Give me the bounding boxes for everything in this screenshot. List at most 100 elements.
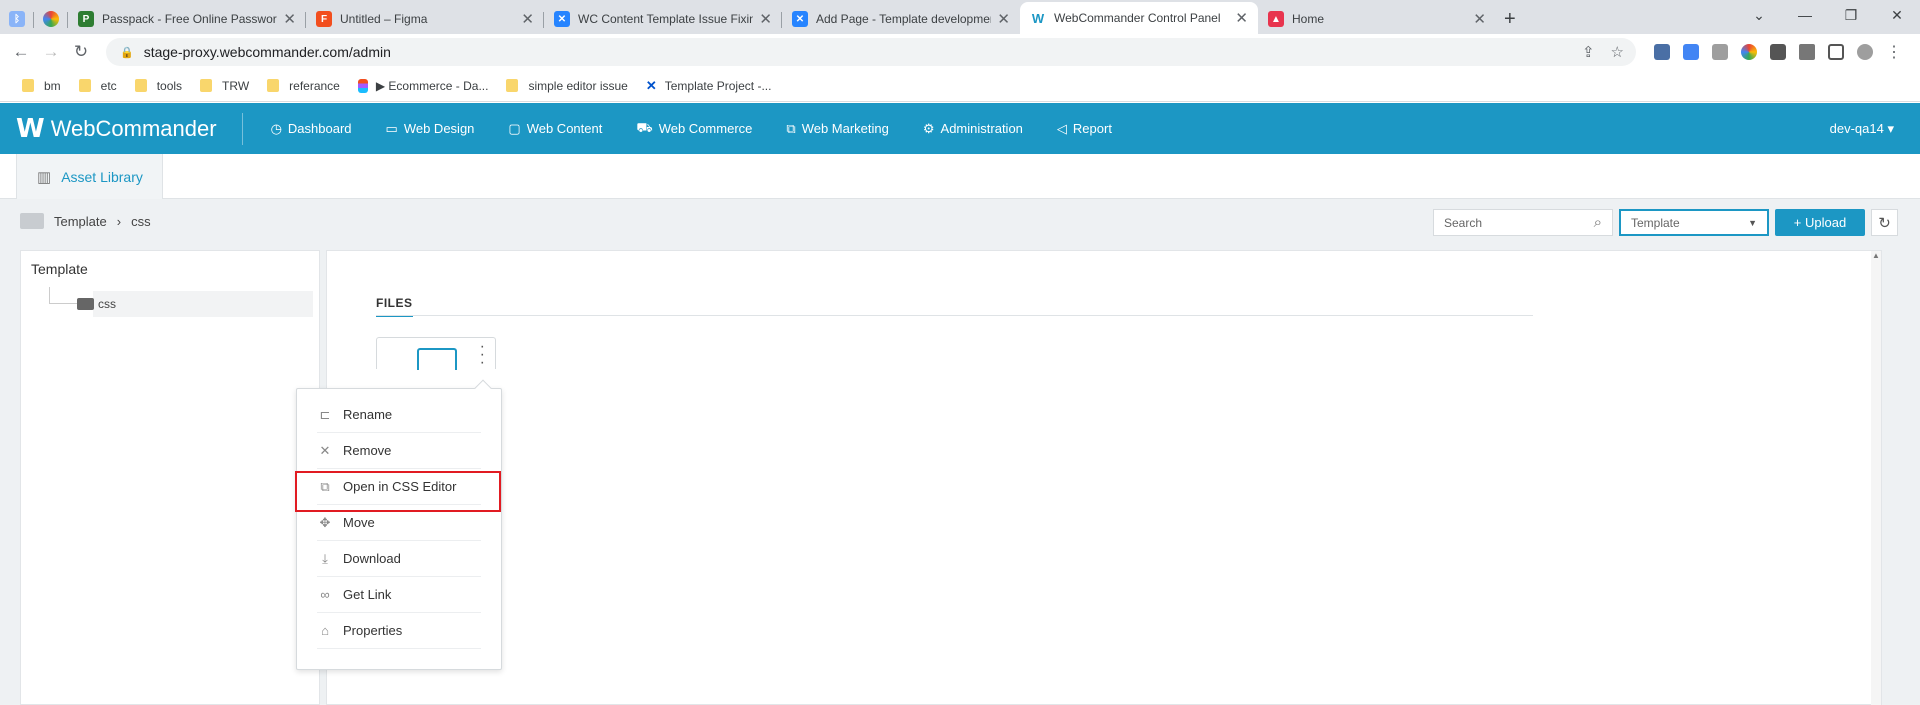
search-input[interactable]: Search ⌕ (1433, 209, 1613, 236)
color-picker-icon[interactable] (1741, 44, 1757, 60)
menu-item-get-link[interactable]: ∞ Get Link (317, 577, 481, 613)
menu-item-rename[interactable]: ⊏ Rename (317, 397, 481, 433)
browser-tab-passpack[interactable]: P Passpack - Free Online Password ✕ (68, 4, 306, 34)
menu-label: Web Commerce (658, 121, 753, 136)
file-card[interactable]: · · · (376, 337, 496, 371)
extension-icon[interactable] (1654, 44, 1670, 60)
back-icon[interactable]: ← (6, 42, 36, 62)
logo-text: WebCommander (50, 115, 217, 141)
close-icon: ✕ (319, 442, 331, 458)
tab-search-icon[interactable]: ⌄ (1736, 0, 1782, 30)
close-icon[interactable]: ✕ (521, 10, 534, 28)
link-icon: ∞ (320, 587, 330, 602)
menu-label: Dashboard (287, 121, 352, 136)
close-icon[interactable]: ✕ (1235, 9, 1248, 27)
breadcrumb-item[interactable]: css (131, 214, 151, 229)
restore-icon[interactable]: ❐ (1828, 0, 1874, 30)
menu-item-web-commerce[interactable]: ⛟ Web Commerce (636, 120, 752, 138)
tree-node-label: css (98, 297, 116, 311)
figma-icon (357, 78, 368, 93)
browser-tab-home[interactable]: ▲ Home ✕ (1258, 4, 1496, 34)
tab-asset-library[interactable]: ▥ Asset Library (16, 154, 163, 199)
puzzle-icon[interactable] (1799, 44, 1815, 60)
colorful-app-icon (43, 11, 59, 27)
window-controls: ⌄ — ❐ ✕ (1736, 0, 1920, 30)
menu-item-web-design[interactable]: ▭ Web Design (386, 120, 475, 138)
new-tab-button[interactable]: + (1504, 4, 1516, 34)
menu-item-report[interactable]: ◁ Report (1057, 120, 1112, 138)
scroll-up-icon[interactable]: ▲ (1871, 251, 1881, 260)
forward-icon[interactable]: → (36, 42, 66, 62)
upload-button[interactable]: + Upload (1775, 209, 1865, 236)
webcommander-logo-icon: W (16, 113, 45, 144)
bookmark-link[interactable]: ✕ Template Project -... (638, 74, 780, 98)
home-app-icon: ▲ (1268, 11, 1284, 27)
minimize-icon[interactable]: — (1782, 0, 1828, 30)
type-select[interactable]: Template ▼ (1619, 209, 1769, 236)
more-vert-icon[interactable]: · · · (480, 339, 485, 371)
bookmark-folder[interactable]: TRW (192, 74, 257, 98)
tree-node-css[interactable]: css (77, 291, 313, 317)
user-menu[interactable]: dev-qa14 ▾ (1830, 121, 1894, 137)
browser-tab-add-page[interactable]: ✕ Add Page - Template development ✕ (782, 4, 1020, 34)
menu-item-properties[interactable]: ⌂ Properties (317, 613, 481, 649)
bookmark-folder[interactable]: simple editor issue (498, 74, 635, 98)
scrollbar[interactable]: ▲ (1871, 251, 1881, 705)
bookmark-folder[interactable]: tools (127, 74, 190, 98)
browser-tab-wc-content[interactable]: ✕ WC Content Template Issue Fixing ✕ (544, 4, 782, 34)
star-icon[interactable]: ☆ (1611, 43, 1624, 61)
extension-icon[interactable] (1770, 44, 1786, 60)
browser-tab-1[interactable]: ᛒ (0, 4, 34, 34)
share-icon[interactable]: ⇪ (1582, 43, 1595, 61)
browser-tab-webcommander[interactable]: W WebCommander Control Panel ✕ (1020, 2, 1258, 34)
menu-item-dashboard[interactable]: ◷ Dashboard (271, 120, 352, 138)
select-value: Template (1631, 215, 1680, 230)
translate-icon[interactable] (1683, 44, 1699, 60)
refresh-icon: ↻ (1878, 214, 1891, 232)
tab-title: Home (1292, 12, 1325, 26)
app-logo[interactable]: W WebCommander (16, 114, 217, 144)
browser-tab-2[interactable] (34, 4, 68, 34)
close-icon[interactable]: ✕ (997, 10, 1010, 28)
close-window-icon[interactable]: ✕ (1874, 0, 1920, 30)
menu-label: Get Link (343, 587, 392, 602)
close-icon[interactable]: ✕ (283, 10, 296, 28)
url-field[interactable]: 🔒 stage-proxy.webcommander.com/admin ⇪ ☆ (106, 38, 1636, 66)
bookmark-label: TRW (222, 78, 250, 93)
bookmark-label: bm (44, 78, 61, 93)
bookmark-label: referance (289, 78, 340, 93)
tab-title: WebCommander Control Panel (1054, 11, 1221, 25)
profile-avatar-icon[interactable] (1857, 44, 1873, 60)
menu-label: Web Marketing (801, 121, 889, 136)
menu-item-administration[interactable]: ⚙ Administration (923, 120, 1023, 138)
bookmark-folder[interactable]: referance (259, 74, 348, 98)
menu-item-web-marketing[interactable]: ⧉ Web Marketing (786, 120, 888, 138)
close-icon[interactable]: ✕ (1473, 10, 1486, 28)
more-vert-icon[interactable]: ⋮ (1886, 42, 1902, 62)
menu-label: Administration (940, 121, 1023, 136)
folder-icon (267, 79, 280, 92)
menu-item-download[interactable]: ⤓ Download (317, 541, 481, 577)
sidepanel-icon[interactable] (1828, 44, 1844, 60)
refresh-button[interactable]: ↻ (1871, 209, 1898, 236)
reload-icon[interactable]: ↻ (66, 42, 96, 62)
menu-label: Download (343, 551, 401, 566)
bookmark-folder[interactable]: bm (14, 74, 69, 98)
bookmarks-bar: bm etc tools TRW referance ▶ Ecommerce -… (0, 70, 1920, 102)
search-placeholder: Search (1444, 215, 1483, 230)
bookmark-link[interactable]: ▶ Ecommerce - Da... (350, 74, 497, 98)
breadcrumb-item[interactable]: Template (54, 214, 107, 229)
bookmark-folder[interactable]: etc (71, 74, 125, 98)
close-icon[interactable]: ✕ (759, 10, 772, 28)
monitor-icon: ▭ (385, 120, 398, 136)
confluence-icon: ✕ (792, 11, 808, 27)
browser-tab-figma[interactable]: F Untitled – Figma ✕ (306, 4, 544, 34)
folder-icon (78, 79, 91, 92)
menu-item-web-content[interactable]: ▢ Web Content (508, 120, 602, 138)
bookmark-label: etc (100, 78, 117, 93)
menu-item-remove[interactable]: ✕ Remove (317, 433, 481, 469)
tree-root[interactable]: Template (31, 261, 88, 277)
extension-icon[interactable] (1712, 44, 1728, 60)
tab-title: WC Content Template Issue Fixing (578, 12, 754, 26)
files-heading: FILES (376, 296, 413, 317)
